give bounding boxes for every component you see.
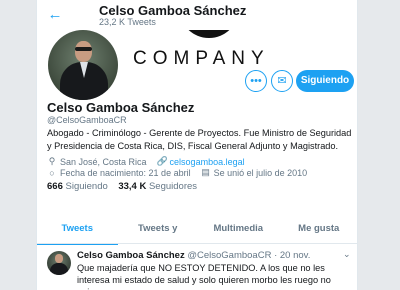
following-stat[interactable]: 666 Siguiendo <box>47 181 110 192</box>
following-button[interactable]: Siguiendo <box>296 70 354 92</box>
avatar-photo <box>48 30 118 100</box>
profile-location: San José, Costa Rica <box>60 156 147 167</box>
more-options-button[interactable]: ••• <box>245 70 267 92</box>
tab-tweets[interactable]: Tweets <box>37 218 118 246</box>
back-arrow-icon[interactable]: ← <box>45 6 65 24</box>
tab-media[interactable]: Multimedia <box>198 218 279 243</box>
followers-count: 33,4 K <box>118 181 147 192</box>
tweet-text: Que majadería que NO ESTOY DETENIDO. A l… <box>77 263 331 290</box>
profile-bio: Abogado - Criminólogo - Gerente de Proye… <box>47 128 352 151</box>
profile-header-bar: ← Celso Gamboa Sánchez 23,2 K Tweets <box>36 0 358 30</box>
profile-joined: Se unió el julio de 2010 <box>213 167 308 178</box>
follow-stats: 666 Siguiendo 33,4 K Seguidores <box>47 181 197 192</box>
profile-avatar[interactable] <box>45 30 121 103</box>
tweet-avatar[interactable] <box>47 251 71 275</box>
profile-tabs: Tweets Tweets y respuestas Multimedia Me… <box>37 218 358 256</box>
location-pin-icon: ⚲ <box>48 156 56 166</box>
profile-website-link[interactable]: celsogamboa.legal <box>170 157 245 167</box>
calendar-icon: ▤ <box>201 167 210 177</box>
chevron-down-icon[interactable]: ⌄ <box>343 249 351 260</box>
tweet-date[interactable]: 20 nov. <box>280 250 310 261</box>
profile-meta-row-1: ⚲ San José, Costa Rica 🔗 celsogamboa.leg… <box>47 156 245 167</box>
tweet-header: Celso Gamboa Sánchez @CelsoGamboaCR · 20… <box>77 250 310 261</box>
message-button[interactable]: ✉ <box>271 70 293 92</box>
balloon-icon: ○ <box>49 167 55 178</box>
header-name: Celso Gamboa Sánchez <box>99 3 247 18</box>
banner-text: COMPANY <box>133 48 270 69</box>
profile-meta-row-2: ○ Fecha de nacimiento: 21 de abril ▤ Se … <box>47 167 307 178</box>
profile-handle: @CelsoGamboaCR <box>47 115 127 125</box>
envelope-icon: ✉ <box>277 75 287 87</box>
profile-name: Celso Gamboa Sánchez <box>47 100 195 115</box>
followers-label: Seguidores <box>148 181 198 192</box>
profile-column: COMPANY ••• ✉ Siguiendo Celso Gamboa Sán… <box>36 30 358 290</box>
followers-stat[interactable]: 33,4 K Seguidores <box>118 181 197 192</box>
link-icon: 🔗 <box>156 156 168 166</box>
tweet-separator: · <box>274 250 278 261</box>
app-frame: ← Celso Gamboa Sánchez 23,2 K Tweets COM… <box>0 0 400 290</box>
following-count: 666 <box>47 181 63 192</box>
profile-birthday: Fecha de nacimiento: 21 de abril <box>60 167 191 178</box>
tweet-author[interactable]: Celso Gamboa Sánchez <box>77 250 185 261</box>
header-tweet-count: 23,2 K Tweets <box>99 17 156 27</box>
following-label: Siguiendo <box>65 181 108 192</box>
tweet-item[interactable]: Celso Gamboa Sánchez @CelsoGamboaCR · 20… <box>37 245 357 290</box>
tab-tweets-and-replies[interactable]: Tweets y respuestas <box>118 218 199 256</box>
tab-likes[interactable]: Me gusta <box>279 218 358 243</box>
tweet-handle: @CelsoGamboaCR <box>187 250 272 261</box>
banner-logo-shape <box>179 30 239 38</box>
